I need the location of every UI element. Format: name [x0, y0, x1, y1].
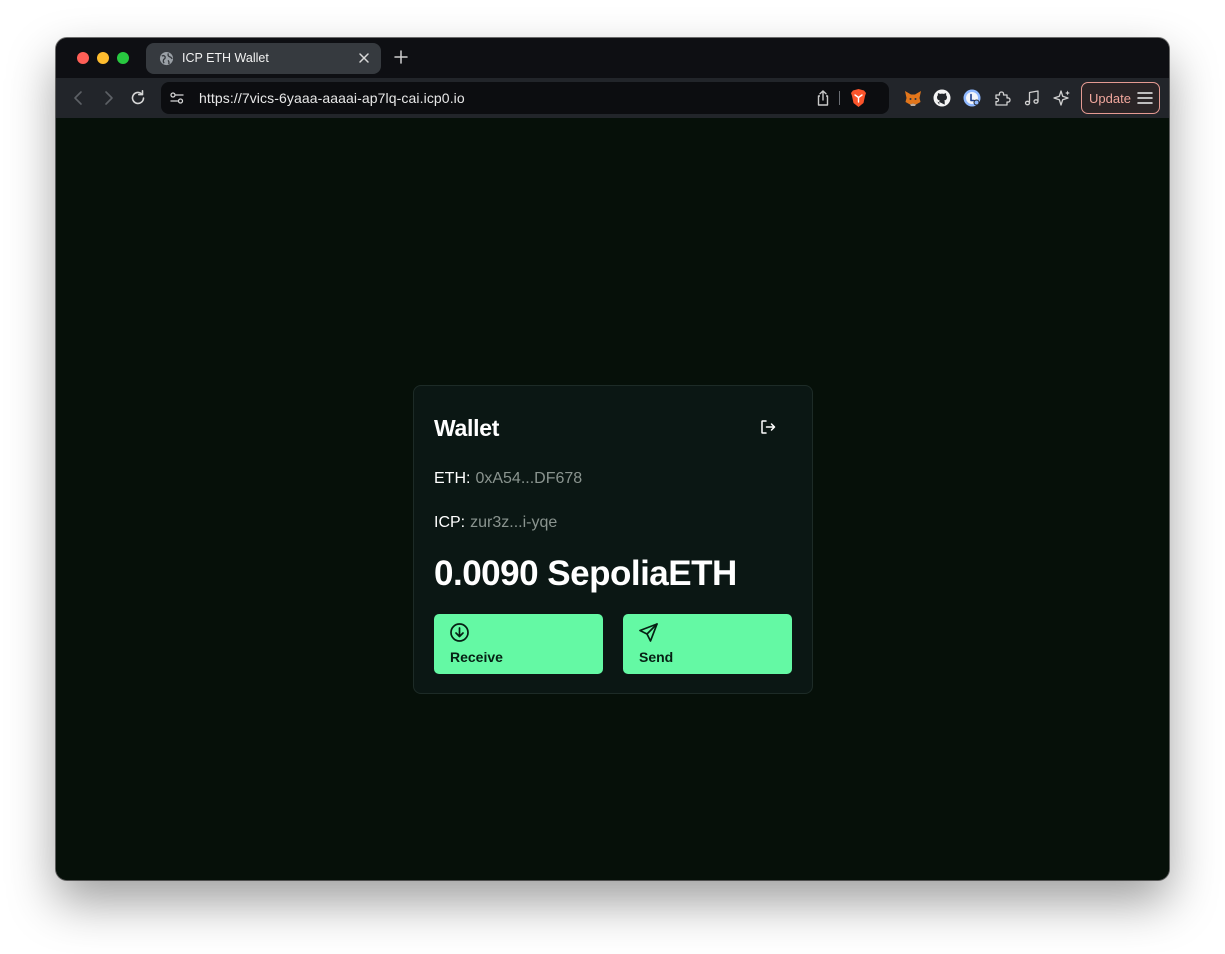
- wallet-title: Wallet: [434, 415, 500, 441]
- forward-icon[interactable]: [99, 89, 117, 107]
- share-icon[interactable]: [814, 89, 832, 107]
- brave-shields-icon[interactable]: [849, 88, 868, 108]
- back-icon[interactable]: [70, 89, 88, 107]
- ic-extension-icon[interactable]: [963, 89, 981, 107]
- receive-label: Receive: [450, 649, 503, 665]
- update-label: Update: [1089, 91, 1131, 106]
- receive-button[interactable]: Receive: [434, 614, 603, 674]
- balance-amount: 0.0090 SepoliaETH: [434, 554, 737, 593]
- tab-active[interactable]: ICP ETH Wallet: [146, 43, 381, 74]
- icp-principal[interactable]: zur3z...i-yqe: [470, 514, 557, 531]
- reload-icon[interactable]: [129, 89, 147, 107]
- window-close-button[interactable]: [77, 52, 89, 64]
- tab-strip: ICP ETH Wallet: [56, 38, 1169, 78]
- page-content: Wallet ETH: 0xA54...DF678 ICP: zur3z...i-y…: [56, 118, 1169, 880]
- browser-toolbar: https://7vics-6yaaa-aaaai-ap7lq-cai.icp0…: [56, 78, 1169, 118]
- globe-icon: [159, 51, 174, 66]
- url-text[interactable]: https://7vics-6yaaa-aaaai-ap7lq-cai.icp0…: [199, 90, 465, 106]
- send-paper-plane-icon: [639, 623, 658, 642]
- github-extension-icon[interactable]: [933, 89, 951, 107]
- new-tab-plus-icon[interactable]: [394, 50, 408, 64]
- eth-label: ETH:: [434, 470, 471, 487]
- send-label: Send: [639, 649, 674, 665]
- media-music-icon[interactable]: [1023, 89, 1041, 107]
- close-icon[interactable]: [357, 51, 371, 65]
- eth-address-row: ETH: 0xA54...DF678: [434, 470, 582, 488]
- browser-window: ICP ETH Wallet https://7vics-6yaaa-aaaai…: [56, 38, 1169, 880]
- send-button[interactable]: Send: [623, 614, 792, 674]
- update-button[interactable]: Update: [1081, 82, 1160, 114]
- arrow-down-circle-icon: [450, 623, 469, 642]
- window-maximize-button[interactable]: [117, 52, 129, 64]
- logout-icon[interactable]: [759, 418, 777, 436]
- address-bar[interactable]: https://7vics-6yaaa-aaaai-ap7lq-cai.icp0…: [161, 82, 889, 114]
- extensions-puzzle-icon[interactable]: [993, 89, 1011, 107]
- hamburger-menu-icon: [1137, 92, 1153, 104]
- icp-principal-row: ICP: zur3z...i-yqe: [434, 514, 557, 532]
- leo-ai-icon[interactable]: [1053, 89, 1071, 107]
- metamask-extension-icon[interactable]: [903, 88, 923, 108]
- wallet-card: Wallet ETH: 0xA54...DF678 ICP: zur3z...i-y…: [413, 385, 813, 694]
- tab-title: ICP ETH Wallet: [182, 51, 269, 65]
- eth-address[interactable]: 0xA54...DF678: [475, 470, 582, 487]
- icp-label: ICP:: [434, 514, 466, 531]
- url-divider: [839, 91, 840, 105]
- site-settings-icon[interactable]: [169, 90, 185, 106]
- window-minimize-button[interactable]: [97, 52, 109, 64]
